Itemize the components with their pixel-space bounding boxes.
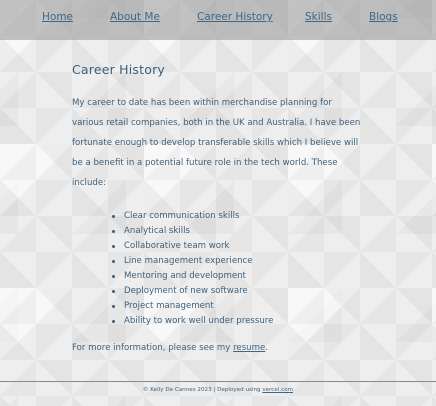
footer: © Kelly De Cannes 2023 | Deployed using … bbox=[0, 387, 436, 393]
skill-list-item: Mentoring and development bbox=[111, 269, 273, 284]
skill-list-item: Deployment of new software bbox=[111, 284, 273, 299]
skills-list: Clear communication skills Analytical sk… bbox=[111, 209, 273, 329]
intro-paragraph: My career to date has been within mercha… bbox=[72, 98, 361, 189]
nav-link-about-me[interactable]: About Me bbox=[110, 11, 160, 23]
skill-list-item: Clear communication skills bbox=[111, 209, 273, 224]
nav-link-career-history[interactable]: Career History bbox=[197, 11, 273, 23]
navbar: Home About Me Career History Skills Blog… bbox=[0, 0, 436, 40]
vercel-link[interactable]: vercel.com bbox=[262, 387, 293, 393]
skill-list-item: Line management experience bbox=[111, 254, 273, 269]
skill-list-item: Collaborative team work bbox=[111, 239, 273, 254]
more-info-suffix: . bbox=[265, 343, 269, 353]
nav-link-skills[interactable]: Skills bbox=[305, 11, 332, 23]
more-info-prefix: For more information, please see my bbox=[72, 343, 234, 353]
resume-link[interactable]: resume bbox=[233, 343, 265, 353]
skill-list-item: Project management bbox=[111, 299, 273, 314]
nav-link-blogs[interactable]: Blogs bbox=[369, 11, 398, 23]
skill-list-item: Analytical skills bbox=[111, 224, 273, 239]
footer-divider bbox=[0, 381, 436, 382]
skill-list-item: Ability to work well under pressure bbox=[111, 314, 273, 329]
nav-link-home[interactable]: Home bbox=[42, 11, 73, 23]
more-info-text: For more information, please see my resu… bbox=[72, 341, 268, 355]
footer-copyright: © Kelly De Cannes 2023 | Deployed using bbox=[142, 387, 263, 393]
page-title: Career History bbox=[72, 62, 166, 77]
